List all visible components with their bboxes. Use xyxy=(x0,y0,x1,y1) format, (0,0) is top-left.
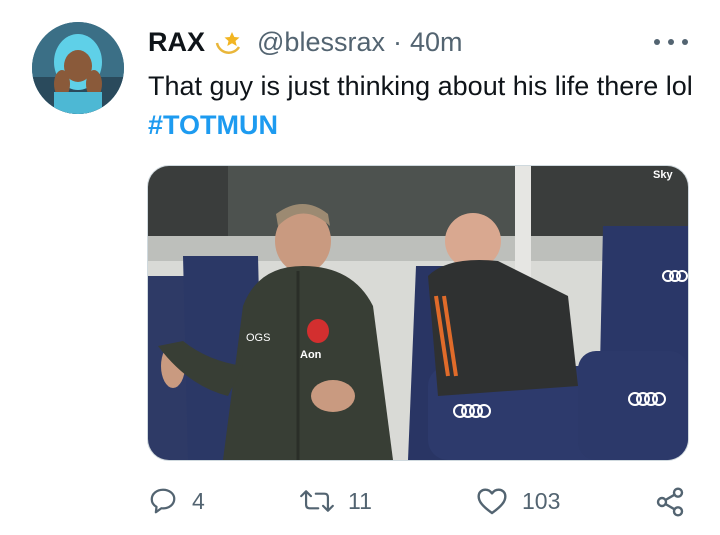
separator-dot: · xyxy=(392,26,402,57)
share-button[interactable] xyxy=(654,486,686,518)
tweet-body: That guy is just thinking about his life… xyxy=(148,71,693,101)
retweet-icon xyxy=(300,486,334,516)
broadcast-watermark: Sky xyxy=(653,169,673,181)
reply-icon xyxy=(148,486,178,516)
reply-count: 4 xyxy=(192,487,205,514)
hashtag-link[interactable]: #TOTMUN xyxy=(148,110,278,140)
more-horizontal-icon[interactable] xyxy=(654,32,688,52)
sponsor-logo-text: Aon xyxy=(300,349,322,361)
tweet-header: RAX @blessrax · 40m xyxy=(148,26,463,58)
badge-text: OGS xyxy=(246,332,270,344)
heart-icon xyxy=(476,486,508,516)
reply-button[interactable]: 4 xyxy=(148,486,205,516)
tweet-text: That guy is just thinking about his life… xyxy=(148,67,708,145)
action-bar: 4 11 103 xyxy=(0,482,720,522)
retweet-button[interactable]: 11 xyxy=(300,486,372,516)
user-handle[interactable]: @blessrax xyxy=(257,27,385,58)
like-button[interactable]: 103 xyxy=(476,486,560,516)
avatar[interactable] xyxy=(32,22,124,114)
tweet-timestamp[interactable]: 40m xyxy=(410,27,463,58)
retweet-count: 11 xyxy=(348,487,372,514)
share-icon xyxy=(654,486,686,518)
display-name[interactable]: RAX xyxy=(148,27,205,58)
tweet-media-image[interactable]: Aon OGS Sky xyxy=(147,165,689,461)
media-photo: Aon OGS Sky xyxy=(148,166,688,460)
avatar-image xyxy=(32,22,124,114)
star-badge-icon xyxy=(213,27,243,57)
like-count: 103 xyxy=(522,487,561,514)
